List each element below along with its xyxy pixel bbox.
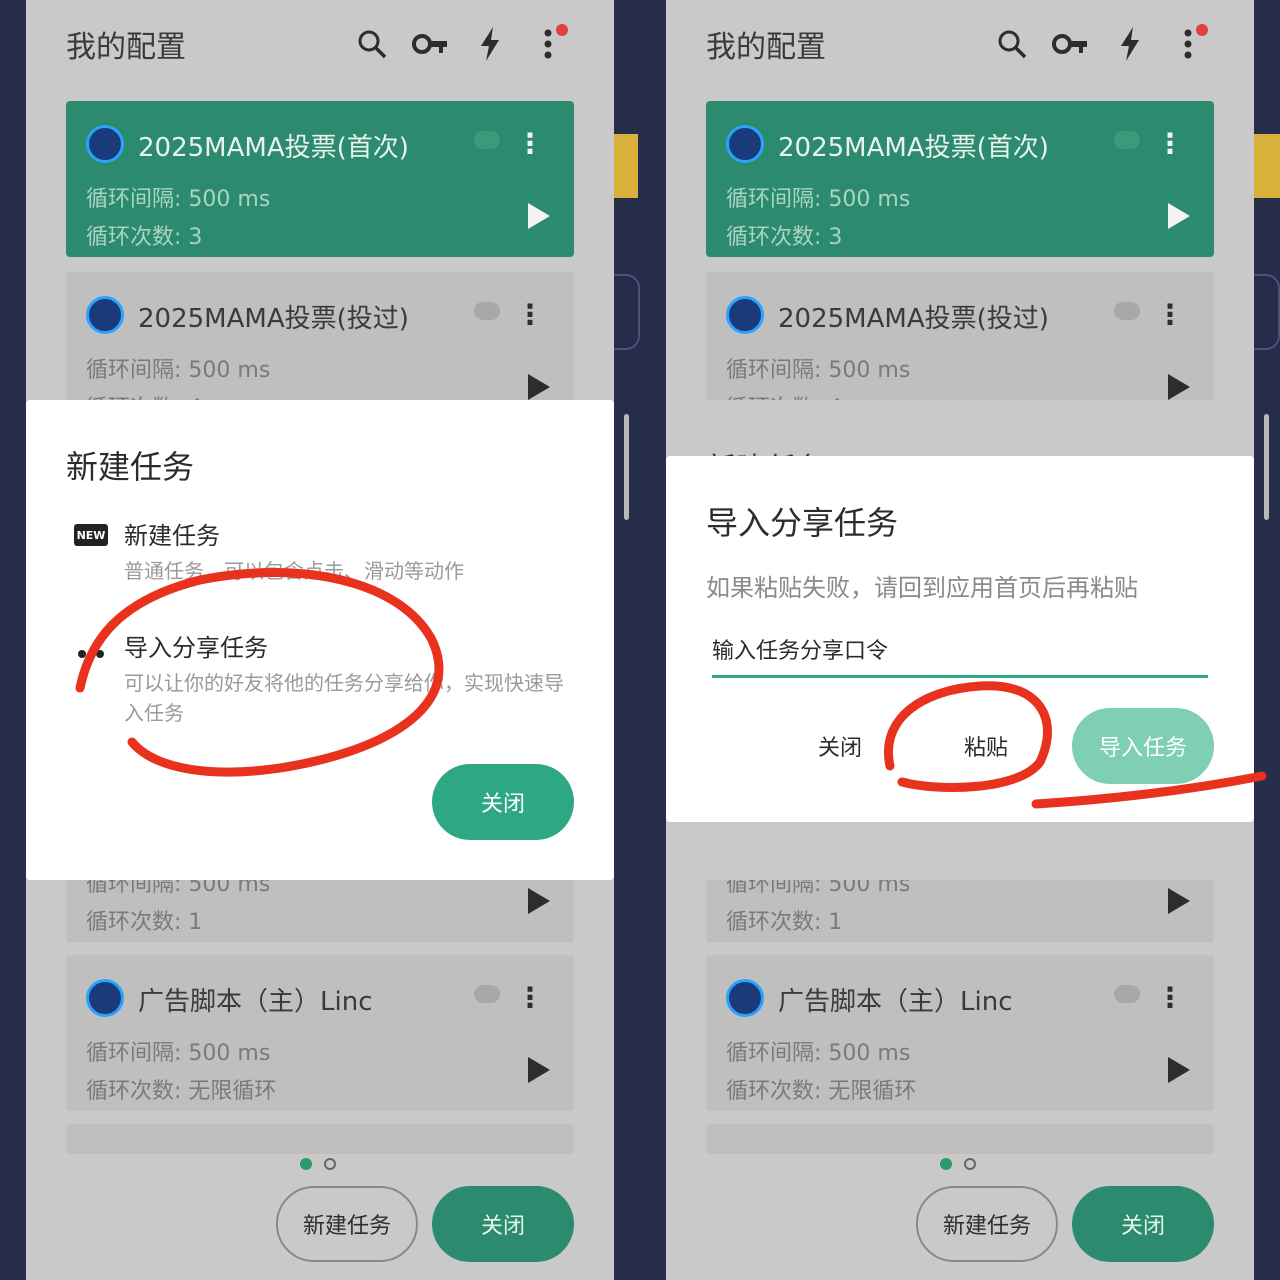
task-title[interactable]: 广告脚本（主）Linc	[138, 981, 372, 1018]
task-count[interactable]: 循环次数: 无限循环	[86, 1073, 276, 1105]
more-vert-icon[interactable]: ⋮	[1156, 298, 1184, 331]
app-bar: 我的配置	[26, 0, 614, 88]
key-icon[interactable]	[1050, 24, 1090, 64]
new-task-dialog: 新建任务 NEW 新建任务 普通任务，可以包含点击、滑动等动作 导入分享任务 可…	[26, 400, 614, 880]
task-title[interactable]: 2025MAMA投票(首次)	[138, 127, 409, 164]
task-title[interactable]: 广告脚本（主）Linc	[778, 981, 1012, 1018]
dialog-close-button[interactable]: 关闭	[432, 764, 574, 840]
task-card[interactable]: 2025MAMA投票(首次) ⋮ 循环间隔: 500 ms 循环次数: 3	[706, 101, 1214, 257]
more-vert-icon[interactable]: ⋮	[1156, 981, 1184, 1014]
page-indicator	[940, 1158, 976, 1170]
notification-badge	[556, 24, 568, 36]
dialog-close-button[interactable]: 关闭	[790, 708, 890, 784]
task-card[interactable]	[706, 1124, 1214, 1154]
page-indicator	[300, 1158, 336, 1170]
search-icon[interactable]	[352, 24, 392, 64]
play-icon[interactable]	[528, 374, 550, 400]
task-interval[interactable]: 循环间隔: 500 ms	[86, 352, 270, 384]
lightning-icon[interactable]	[470, 24, 510, 64]
new-badge-icon: NEW	[74, 524, 108, 546]
app-logo-icon	[726, 979, 764, 1017]
play-icon[interactable]	[1168, 1057, 1190, 1083]
cloud-icon[interactable]	[1114, 985, 1140, 1003]
task-interval[interactable]: 循环间隔: 500 ms	[726, 1035, 910, 1067]
background-panel-edge	[614, 274, 640, 350]
screen-import-dialog: 我的配置 2025MAMA投票(首次) ⋮ 循环间隔: 500 ms 循环次数:…	[666, 0, 1254, 1280]
app-logo-icon	[86, 296, 124, 334]
scrollbar[interactable]	[624, 414, 629, 520]
play-icon[interactable]	[1168, 374, 1190, 400]
key-icon[interactable]	[410, 24, 450, 64]
more-vert-icon[interactable]: ⋮	[516, 127, 544, 160]
app-logo-icon	[86, 125, 124, 163]
share-code-input[interactable]	[712, 616, 1208, 678]
app-logo-icon	[726, 125, 764, 163]
more-vert-icon[interactable]: ⋮	[1156, 127, 1184, 160]
task-count[interactable]: 循环次数: 1	[726, 904, 842, 936]
lightning-icon[interactable]	[1110, 24, 1150, 64]
search-icon[interactable]	[992, 24, 1032, 64]
new-task-button[interactable]: 新建任务	[276, 1186, 418, 1262]
scrollbar[interactable]	[1264, 414, 1269, 520]
dialog-title: 新建任务	[66, 448, 195, 486]
play-icon[interactable]	[528, 1057, 550, 1083]
share-icon	[78, 650, 106, 658]
more-vert-icon[interactable]: ⋮	[516, 298, 544, 331]
notification-badge	[1196, 24, 1208, 36]
app-logo-icon	[726, 296, 764, 334]
task-title[interactable]: 2025MAMA投票(首次)	[778, 127, 1049, 164]
option-import-shared-task[interactable]: 导入分享任务	[124, 628, 268, 663]
task-interval[interactable]: 循环间隔: 500 ms	[726, 181, 910, 213]
new-task-button[interactable]: 新建任务	[916, 1186, 1058, 1262]
task-card[interactable]: 广告脚本（主）Linc ⋮ 循环间隔: 500 ms 循环次数: 无限循环	[66, 955, 574, 1111]
task-title[interactable]: 2025MAMA投票(投过)	[138, 298, 409, 335]
import-task-dialog: 导入分享任务 如果粘贴失败，请回到应用首页后再粘贴 关闭 粘贴 导入任务	[666, 456, 1254, 822]
paste-hint: 如果粘贴失败，请回到应用首页后再粘贴	[706, 574, 1138, 602]
background-tab-marker	[1254, 134, 1280, 198]
page-title: 我的配置	[706, 30, 826, 65]
paste-button[interactable]: 粘贴	[936, 708, 1036, 784]
import-task-button[interactable]: 导入任务	[1072, 708, 1214, 784]
cloud-icon[interactable]	[474, 131, 500, 149]
background-tab-marker	[614, 134, 638, 198]
dialog-title: 导入分享任务	[706, 504, 899, 542]
play-icon[interactable]	[1168, 203, 1190, 229]
task-interval[interactable]: 循环间隔: 500 ms	[726, 352, 910, 384]
play-icon[interactable]	[528, 888, 550, 914]
task-title[interactable]: 2025MAMA投票(投过)	[778, 298, 1049, 335]
screen-new-task-dialog: 我的配置 2025MAMA投票(首次) ⋮ 循环间隔: 500 ms 循环次数:…	[26, 0, 614, 1280]
play-icon[interactable]	[1168, 888, 1190, 914]
task-card[interactable]	[66, 1124, 574, 1154]
more-vert-icon[interactable]: ⋮	[516, 981, 544, 1014]
option-new-task[interactable]: 新建任务	[124, 516, 220, 551]
option-new-task-description: 普通任务，可以包含点击、滑动等动作	[124, 559, 464, 583]
task-card[interactable]: 2025MAMA投票(首次) ⋮ 循环间隔: 500 ms 循环次数: 3	[66, 101, 574, 257]
app-bar: 我的配置	[666, 0, 1254, 88]
task-count[interactable]: 循环次数: 1	[86, 904, 202, 936]
task-count[interactable]: 循环次数: 无限循环	[726, 1073, 916, 1105]
app-logo-icon	[86, 979, 124, 1017]
task-card[interactable]: 广告脚本（主）Linc ⋮ 循环间隔: 500 ms 循环次数: 无限循环	[706, 955, 1214, 1111]
play-icon[interactable]	[528, 203, 550, 229]
close-button[interactable]: 关闭	[432, 1186, 574, 1262]
cloud-icon[interactable]	[1114, 302, 1140, 320]
cloud-icon[interactable]	[474, 985, 500, 1003]
task-count[interactable]: 循环次数: 3	[726, 219, 842, 251]
cloud-icon[interactable]	[1114, 131, 1140, 149]
close-button[interactable]: 关闭	[1072, 1186, 1214, 1262]
cloud-icon[interactable]	[474, 302, 500, 320]
task-interval[interactable]: 循环间隔: 500 ms	[86, 181, 270, 213]
task-interval[interactable]: 循环间隔: 500 ms	[86, 1035, 270, 1067]
background-panel-edge	[1254, 274, 1280, 350]
page-title: 我的配置	[66, 30, 186, 65]
option-import-description: 可以让你的好友将他的任务分享给你，实现快速导入任务	[124, 671, 564, 725]
task-count[interactable]: 循环次数: 3	[86, 219, 202, 251]
